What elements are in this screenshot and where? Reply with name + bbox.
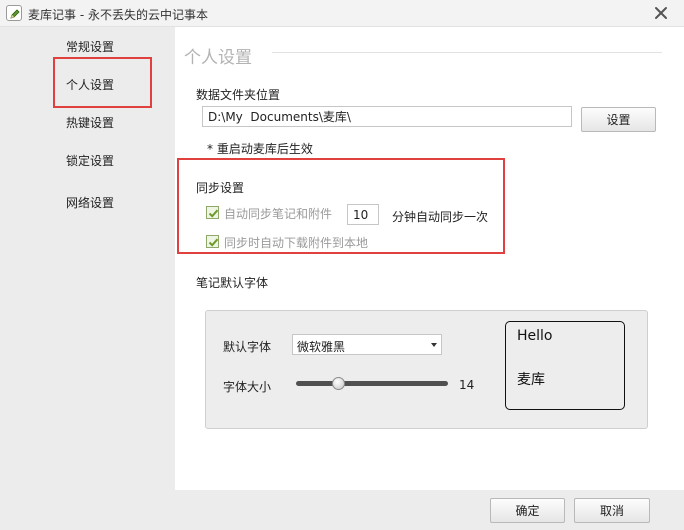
restart-note: * 重启动麦库后生效 (207, 142, 313, 156)
sidebar-item-hotkeys[interactable]: 热键设置 (66, 114, 114, 131)
sync-interval-suffix: 分钟自动同步一次 (392, 210, 489, 224)
font-size-label: 字体大小 (223, 380, 272, 394)
selected-item-highlight (53, 57, 152, 108)
auto-sync-label: 自动同步笔记和附件 (224, 207, 333, 221)
close-icon[interactable] (652, 4, 670, 22)
font-size-slider[interactable] (296, 381, 448, 386)
sidebar-item-lock[interactable]: 锁定设置 (66, 152, 114, 169)
sidebar-item-general[interactable]: 常规设置 (66, 38, 114, 55)
font-size-slider-thumb[interactable] (332, 377, 346, 390)
checkmark-icon (208, 238, 219, 247)
checkmark-icon (208, 209, 219, 218)
sync-interval-input[interactable] (347, 204, 379, 225)
section-divider (272, 52, 662, 53)
default-font-label: 默认字体 (223, 340, 272, 354)
chevron-down-icon (431, 343, 437, 347)
download-attachments-checkbox[interactable] (206, 235, 219, 248)
sidebar-item-network[interactable]: 网络设置 (66, 194, 114, 211)
data-folder-path-input[interactable] (202, 106, 572, 127)
auto-sync-checkbox[interactable] (206, 206, 219, 219)
default-font-heading: 笔记默认字体 (196, 276, 269, 290)
section-title: 个人设置 (184, 48, 252, 68)
sync-settings-heading: 同步设置 (196, 181, 245, 195)
pencil-note-icon (6, 5, 22, 21)
default-font-select[interactable]: 微软雅黑 (292, 334, 442, 355)
title-bar: 麦库记事 - 永不丢失的云中记事本 (0, 0, 684, 27)
set-folder-button[interactable]: 设置 (581, 107, 656, 132)
preview-line-maiku: 麦库 (517, 372, 545, 388)
font-preview-box: Hello 麦库 (505, 321, 625, 410)
download-attachments-label: 同步时自动下载附件到本地 (224, 236, 369, 250)
preview-line-hello: Hello (517, 328, 553, 344)
data-folder-label: 数据文件夹位置 (196, 88, 281, 102)
default-font-value: 微软雅黑 (297, 340, 346, 354)
font-size-value: 14 (459, 378, 475, 392)
cancel-button[interactable]: 取消 (574, 498, 650, 523)
ok-button[interactable]: 确定 (490, 498, 565, 523)
window-title: 麦库记事 - 永不丢失的云中记事本 (28, 8, 208, 22)
